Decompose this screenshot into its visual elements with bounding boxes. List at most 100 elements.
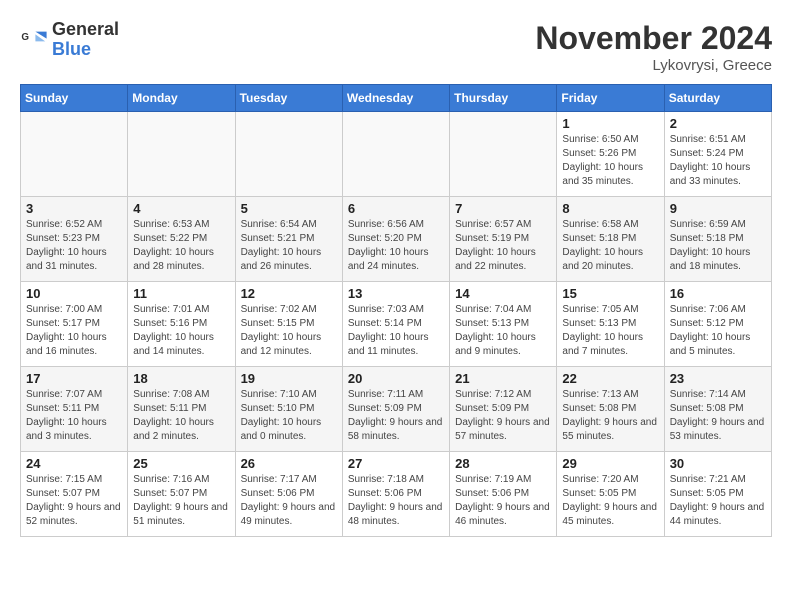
calendar-cell: 16 Sunrise: 7:06 AM Sunset: 5:12 PM Dayli… <box>664 282 771 367</box>
day-info: Sunrise: 7:21 AM Sunset: 5:05 PM Dayligh… <box>670 473 766 529</box>
day-number: 28 <box>455 456 551 471</box>
calendar-cell: 13 Sunrise: 7:03 AM Sunset: 5:14 PM Dayli… <box>342 282 449 367</box>
day-number: 25 <box>133 456 229 471</box>
day-info: Sunrise: 6:56 AM Sunset: 5:20 PM Dayligh… <box>348 218 444 274</box>
logo-blue: Blue <box>52 39 91 59</box>
day-number: 2 <box>670 116 766 131</box>
day-number: 30 <box>670 456 766 471</box>
calendar-cell <box>342 112 449 197</box>
calendar-cell <box>128 112 235 197</box>
weekday-header-thursday: Thursday <box>450 85 557 112</box>
day-number: 8 <box>562 201 658 216</box>
day-info: Sunrise: 7:02 AM Sunset: 5:15 PM Dayligh… <box>241 303 337 359</box>
calendar-week-row: 3Sunrise: 6:52 AM Sunset: 5:23 PM Daylig… <box>21 197 772 282</box>
calendar-cell <box>450 112 557 197</box>
calendar-cell: 11 Sunrise: 7:01 AM Sunset: 5:16 PM Dayli… <box>128 282 235 367</box>
day-info: Sunrise: 6:53 AM Sunset: 5:22 PM Dayligh… <box>133 218 229 274</box>
svg-text:G: G <box>21 32 29 43</box>
day-info: Sunrise: 7:16 AM Sunset: 5:07 PM Dayligh… <box>133 473 229 529</box>
logo-general: General <box>52 19 119 39</box>
day-info: Sunrise: 6:58 AM Sunset: 5:18 PM Dayligh… <box>562 218 658 274</box>
weekday-header-monday: Monday <box>128 85 235 112</box>
day-info: Sunrise: 7:04 AM Sunset: 5:13 PM Dayligh… <box>455 303 551 359</box>
calendar-cell: 10Sunrise: 7:00 AM Sunset: 5:17 PM Dayli… <box>21 282 128 367</box>
day-info: Sunrise: 7:15 AM Sunset: 5:07 PM Dayligh… <box>26 473 122 529</box>
calendar-week-row: 24 Sunrise: 7:15 AM Sunset: 5:07 PM Dayli… <box>21 452 772 537</box>
logo-icon: G <box>20 26 48 54</box>
day-number: 11 <box>133 286 229 301</box>
calendar-cell: 29Sunrise: 7:20 AM Sunset: 5:05 PM Dayli… <box>557 452 664 537</box>
calendar-cell: 23 Sunrise: 7:14 AM Sunset: 5:08 PM Dayli… <box>664 367 771 452</box>
day-number: 1 <box>562 116 658 131</box>
day-number: 24 <box>26 456 122 471</box>
day-info: Sunrise: 7:12 AM Sunset: 5:09 PM Dayligh… <box>455 388 551 444</box>
day-info: Sunrise: 7:06 AM Sunset: 5:12 PM Dayligh… <box>670 303 766 359</box>
calendar-cell: 3Sunrise: 6:52 AM Sunset: 5:23 PM Daylig… <box>21 197 128 282</box>
calendar-cell: 22Sunrise: 7:13 AM Sunset: 5:08 PM Dayli… <box>557 367 664 452</box>
day-number: 9 <box>670 201 766 216</box>
calendar-cell: 20Sunrise: 7:11 AM Sunset: 5:09 PM Dayli… <box>342 367 449 452</box>
day-number: 4 <box>133 201 229 216</box>
day-info: Sunrise: 7:17 AM Sunset: 5:06 PM Dayligh… <box>241 473 337 529</box>
calendar-cell: 30 Sunrise: 7:21 AM Sunset: 5:05 PM Dayli… <box>664 452 771 537</box>
day-number: 3 <box>26 201 122 216</box>
day-info: Sunrise: 7:05 AM Sunset: 5:13 PM Dayligh… <box>562 303 658 359</box>
calendar-cell: 8 Sunrise: 6:58 AM Sunset: 5:18 PM Daylig… <box>557 197 664 282</box>
day-info: Sunrise: 6:54 AM Sunset: 5:21 PM Dayligh… <box>241 218 337 274</box>
calendar-cell: 21 Sunrise: 7:12 AM Sunset: 5:09 PM Dayli… <box>450 367 557 452</box>
day-info: Sunrise: 7:14 AM Sunset: 5:08 PM Dayligh… <box>670 388 766 444</box>
calendar-cell: 9 Sunrise: 6:59 AM Sunset: 5:18 PM Daylig… <box>664 197 771 282</box>
title-block: November 2024 Lykovrysi, Greece <box>535 20 772 74</box>
weekday-header-sunday: Sunday <box>21 85 128 112</box>
calendar-cell: 18Sunrise: 7:08 AM Sunset: 5:11 PM Dayli… <box>128 367 235 452</box>
calendar-cell: 26 Sunrise: 7:17 AM Sunset: 5:06 PM Dayli… <box>235 452 342 537</box>
day-number: 6 <box>348 201 444 216</box>
weekday-header-tuesday: Tuesday <box>235 85 342 112</box>
day-number: 21 <box>455 371 551 386</box>
day-info: Sunrise: 7:19 AM Sunset: 5:06 PM Dayligh… <box>455 473 551 529</box>
day-info: Sunrise: 7:03 AM Sunset: 5:14 PM Dayligh… <box>348 303 444 359</box>
day-info: Sunrise: 6:50 AM Sunset: 5:26 PM Dayligh… <box>562 133 658 189</box>
day-info: Sunrise: 7:01 AM Sunset: 5:16 PM Dayligh… <box>133 303 229 359</box>
calendar-cell <box>21 112 128 197</box>
day-number: 5 <box>241 201 337 216</box>
calendar-cell: 5 Sunrise: 6:54 AM Sunset: 5:21 PM Daylig… <box>235 197 342 282</box>
day-number: 17 <box>26 371 122 386</box>
day-number: 13 <box>348 286 444 301</box>
calendar-cell: 19Sunrise: 7:10 AM Sunset: 5:10 PM Dayli… <box>235 367 342 452</box>
calendar-table: SundayMondayTuesdayWednesdayThursdayFrid… <box>20 84 772 537</box>
calendar-week-row: 17Sunrise: 7:07 AM Sunset: 5:11 PM Dayli… <box>21 367 772 452</box>
calendar-cell: 28 Sunrise: 7:19 AM Sunset: 5:06 PM Dayli… <box>450 452 557 537</box>
weekday-header-friday: Friday <box>557 85 664 112</box>
day-number: 16 <box>670 286 766 301</box>
day-number: 22 <box>562 371 658 386</box>
page-header: G General Blue November 2024 Lykovrysi, … <box>20 20 772 74</box>
day-info: Sunrise: 6:57 AM Sunset: 5:19 PM Dayligh… <box>455 218 551 274</box>
calendar-cell: 7 Sunrise: 6:57 AM Sunset: 5:19 PM Daylig… <box>450 197 557 282</box>
location: Lykovrysi, Greece <box>535 57 772 74</box>
calendar-cell: 25 Sunrise: 7:16 AM Sunset: 5:07 PM Dayli… <box>128 452 235 537</box>
calendar-week-row: 10Sunrise: 7:00 AM Sunset: 5:17 PM Dayli… <box>21 282 772 367</box>
calendar-cell: 24 Sunrise: 7:15 AM Sunset: 5:07 PM Dayli… <box>21 452 128 537</box>
logo: G General Blue <box>20 20 119 60</box>
calendar-cell: 17Sunrise: 7:07 AM Sunset: 5:11 PM Dayli… <box>21 367 128 452</box>
day-info: Sunrise: 7:00 AM Sunset: 5:17 PM Dayligh… <box>26 303 122 359</box>
day-number: 15 <box>562 286 658 301</box>
day-number: 23 <box>670 371 766 386</box>
weekday-header-saturday: Saturday <box>664 85 771 112</box>
weekday-header-wednesday: Wednesday <box>342 85 449 112</box>
month-title: November 2024 <box>535 20 772 57</box>
day-number: 20 <box>348 371 444 386</box>
day-number: 26 <box>241 456 337 471</box>
calendar-cell: 2Sunrise: 6:51 AM Sunset: 5:24 PM Daylig… <box>664 112 771 197</box>
calendar-week-row: 1 Sunrise: 6:50 AM Sunset: 5:26 PM Daylig… <box>21 112 772 197</box>
calendar-cell <box>235 112 342 197</box>
day-number: 7 <box>455 201 551 216</box>
calendar-cell: 12Sunrise: 7:02 AM Sunset: 5:15 PM Dayli… <box>235 282 342 367</box>
logo-text: General Blue <box>52 20 119 60</box>
day-info: Sunrise: 7:20 AM Sunset: 5:05 PM Dayligh… <box>562 473 658 529</box>
calendar-cell: 4 Sunrise: 6:53 AM Sunset: 5:22 PM Daylig… <box>128 197 235 282</box>
day-info: Sunrise: 7:08 AM Sunset: 5:11 PM Dayligh… <box>133 388 229 444</box>
day-info: Sunrise: 7:10 AM Sunset: 5:10 PM Dayligh… <box>241 388 337 444</box>
day-info: Sunrise: 6:59 AM Sunset: 5:18 PM Dayligh… <box>670 218 766 274</box>
